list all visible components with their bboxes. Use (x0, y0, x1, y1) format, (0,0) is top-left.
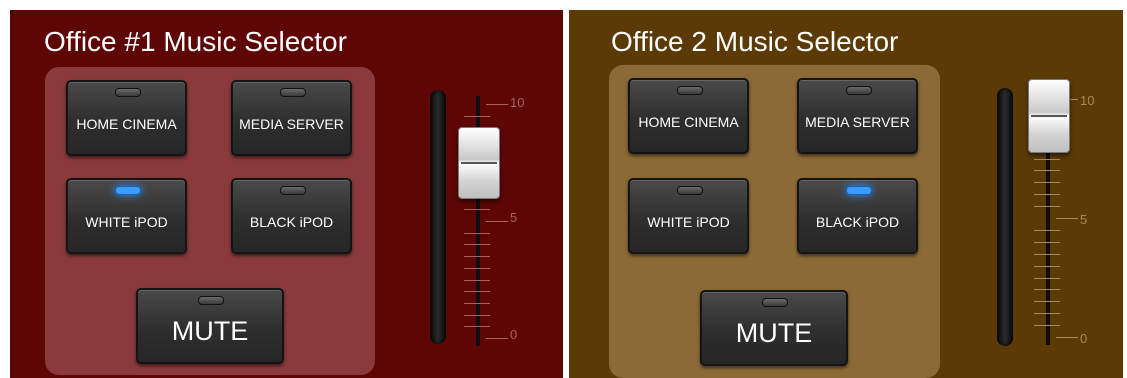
scale-tick (1034, 278, 1060, 279)
scale-label-max: 10 (1080, 93, 1095, 108)
scale-label-min: 0 (510, 327, 518, 342)
button-label: WHITE iPOD (85, 214, 168, 230)
mute-label: MUTE (171, 316, 249, 346)
home-cinema-button[interactable]: HOME CINEMA (66, 80, 187, 156)
scale-tick (1034, 301, 1060, 302)
mute-button[interactable]: MUTE (136, 288, 284, 364)
button-label: HOME CINEMA (76, 116, 177, 132)
panel-title: Office #1 Music Selector (44, 26, 347, 57)
scale-tick (1034, 242, 1060, 243)
black-ipod-button[interactable]: BLACK iPOD (797, 178, 918, 254)
scale-tick (1034, 313, 1060, 314)
scale-tick (1056, 337, 1078, 338)
scale-tick (1034, 182, 1060, 183)
media-server-button[interactable]: MEDIA SERVER (231, 80, 352, 156)
scale-tick (1034, 194, 1060, 195)
scale-tick (464, 256, 490, 257)
button-label: MEDIA SERVER (805, 114, 910, 130)
scale-tick (464, 315, 490, 316)
media-server-button[interactable]: MEDIA SERVER (797, 78, 918, 154)
scale-tick (486, 221, 508, 222)
button-label: MEDIA SERVER (239, 116, 344, 132)
scale-tick (486, 104, 508, 105)
scale-label-mid: 5 (510, 210, 518, 225)
white-ipod-button[interactable]: WHITE iPOD (628, 178, 749, 254)
scale-tick (464, 326, 490, 327)
scale-tick (464, 116, 490, 117)
scale-tick (464, 209, 490, 210)
scale-tick (1034, 159, 1060, 160)
scale-tick (464, 291, 490, 292)
indicator-led (845, 86, 872, 95)
indicator-led (279, 186, 306, 195)
volume-meter (997, 88, 1013, 346)
fader-thumb[interactable] (1028, 79, 1070, 153)
button-label: BLACK iPOD (249, 214, 334, 230)
button-label: BLACK iPOD (815, 214, 900, 230)
indicator-led (114, 186, 141, 195)
black-ipod-button[interactable]: BLACK iPOD (231, 178, 352, 254)
white-ipod-button[interactable]: WHITE iPOD (66, 178, 187, 254)
indicator-led (114, 88, 141, 97)
scale-tick (1034, 170, 1060, 171)
mute-button[interactable]: MUTE (700, 290, 848, 366)
scale-label-min: 0 (1080, 331, 1088, 346)
scale-tick (1056, 218, 1078, 219)
indicator-led (676, 86, 703, 95)
scale-tick (1034, 289, 1060, 290)
indicator-led (198, 296, 224, 305)
panel-title: Office 2 Music Selector (611, 26, 899, 57)
indicator-led (845, 186, 872, 195)
scale-tick (464, 303, 490, 304)
fader-thumb[interactable] (458, 126, 500, 199)
scale-tick (464, 268, 490, 269)
scale-tick (1034, 266, 1060, 267)
scale-tick (1034, 325, 1060, 326)
home-cinema-button[interactable]: HOME CINEMA (628, 78, 749, 154)
scale-tick (464, 233, 490, 234)
scale-label-mid: 5 (1080, 212, 1088, 227)
button-label: WHITE iPOD (647, 214, 730, 230)
volume-fader[interactable]: 10 5 0 (1020, 79, 1110, 346)
mute-label: MUTE (735, 318, 813, 348)
scale-label-max: 10 (510, 95, 525, 110)
office-2-panel: Office 2 Music Selector HOME CINEMA MEDI… (569, 10, 1123, 378)
indicator-led (279, 88, 306, 97)
button-label: HOME CINEMA (638, 114, 739, 130)
scale-tick (1034, 254, 1060, 255)
scale-tick (464, 244, 490, 245)
office-1-panel: Office #1 Music Selector HOME CINEMA MED… (10, 10, 563, 378)
scale-tick (486, 338, 508, 339)
scale-tick (1034, 230, 1060, 231)
indicator-led (676, 186, 703, 195)
volume-meter (430, 90, 446, 344)
scale-tick (464, 280, 490, 281)
volume-fader[interactable]: 10 5 0 (450, 95, 540, 346)
scale-tick (1034, 206, 1060, 207)
indicator-led (762, 298, 788, 307)
